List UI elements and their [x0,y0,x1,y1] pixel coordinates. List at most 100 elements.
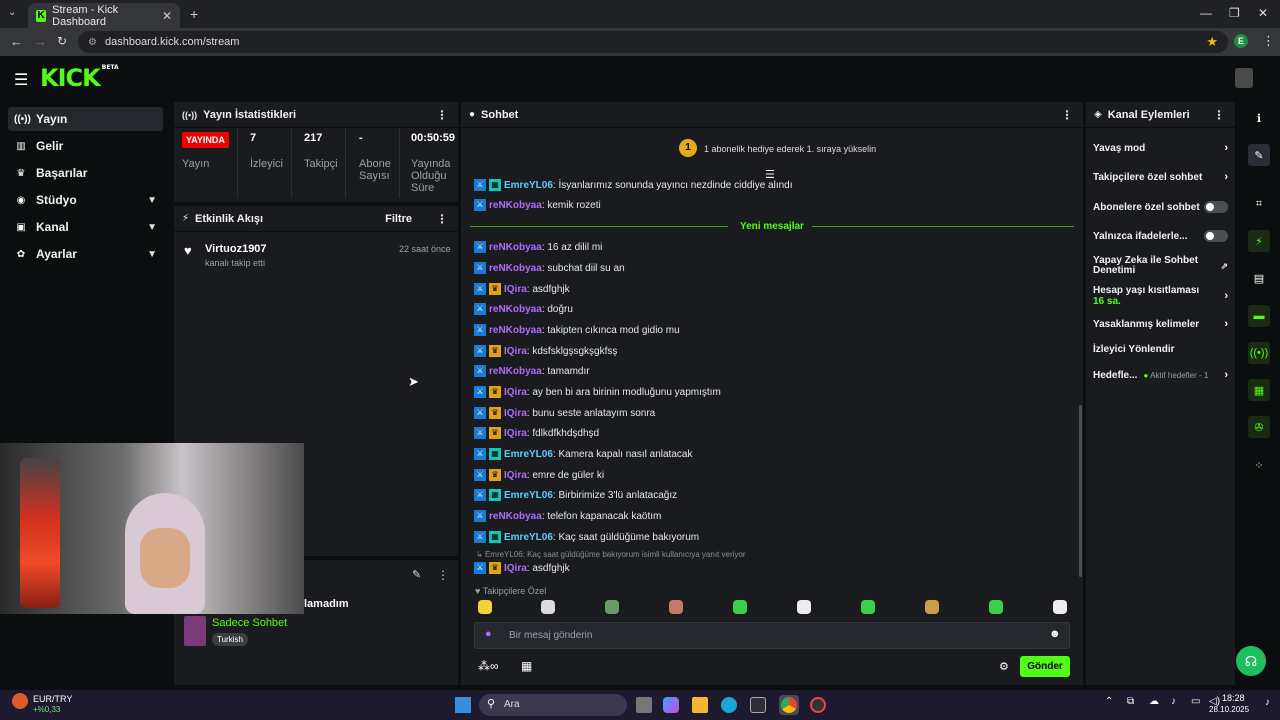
edit-pen-icon[interactable]: ✎ [1248,144,1270,166]
emote-icon[interactable] [797,600,811,614]
site-info-icon[interactable]: ⚙ [88,37,97,48]
chat-message[interactable]: ⚔ reNKobyaa: doğru [474,300,573,318]
store-app-icon[interactable] [750,697,766,713]
chat-username[interactable]: reNKobyaa [489,304,542,315]
url-field[interactable]: ⚙ dashboard.kick.com/stream ★ [78,31,1228,53]
chat-message[interactable]: ⚔ ▦ EmreYL06: Kamera kapalı nasıl anlataca… [474,445,692,463]
chat-message[interactable]: ⚔ reNKobyaa: kemik rozeti [474,196,601,214]
category-name[interactable]: Sadece Sohbet [212,617,287,629]
weather-widget-icon[interactable] [12,693,28,709]
store-icon[interactable]: ▦ [521,659,532,673]
chat-message[interactable]: ⚔ ♛ IQira: bunu seste anlatayım sonra [474,404,655,422]
chat-message[interactable]: ⚔ ♛ IQira: ay ben bi ara birinin modluğunu… [474,383,721,401]
wrench-icon[interactable]: ✇ [1248,416,1270,438]
send-button[interactable]: Gönder [1020,656,1070,677]
chat-username[interactable]: IQira [504,284,527,295]
chat-message[interactable]: ⚔ ♛ IQira: fdlkdfkhdşdhşd [474,424,599,442]
edit-icon[interactable]: ✎ [412,568,421,581]
chat-username[interactable]: EmreYL06 [504,490,553,501]
emote-icon[interactable] [541,600,555,614]
more-options-icon[interactable]: ⋮ [1061,108,1073,122]
widgets-icon[interactable]: ⁘ [1248,454,1270,476]
clock-time[interactable]: 18:28 [1222,693,1245,703]
lightning-icon[interactable]: ⚡ [1248,230,1270,252]
obs-icon[interactable] [810,697,826,713]
back-icon[interactable]: ← [10,34,23,49]
notifications-icon[interactable]: ♪ [1265,697,1270,708]
emote-icon[interactable] [605,600,619,614]
banned-words-action[interactable]: Yasaklanmış kelimeler › [1093,318,1228,330]
sidebar-item-studyo[interactable]: ◉ Stüdyo ▼ [8,188,163,212]
clipboard-icon[interactable]: ▤ [1248,267,1270,289]
info-icon[interactable]: ℹ [1248,107,1270,129]
sidebar-item-gelir[interactable]: ▥ Gelir [8,134,163,158]
sidebar-item-yayin[interactable]: ((•)) Yayın [8,107,163,131]
user-avatar[interactable] [1235,68,1253,88]
tray-cloud-icon[interactable]: ☁ [1149,696,1159,707]
more-options-icon[interactable]: ⋮ [436,108,448,122]
filter-button[interactable]: Filtre [385,213,412,225]
chat-tools-icon[interactable]: ⁂∞ [478,659,499,673]
tray-network-icon[interactable]: ▭ [1191,696,1200,707]
tab-search-icon[interactable]: ⌄ [8,7,16,18]
close-window-icon[interactable]: ✕ [1258,6,1268,20]
copilot-icon[interactable] [663,697,679,713]
ticker-symbol[interactable]: EUR/TRY [33,694,72,704]
chrome-icon[interactable] [781,697,797,713]
maximize-icon[interactable]: ❐ [1229,6,1240,20]
chat-username[interactable]: IQira [504,387,527,398]
chat-message[interactable]: ⚔ ♛ IQira: emre de güler ki [474,466,604,484]
reload-icon[interactable]: ↻ [57,34,67,48]
subs-chat-toggle[interactable] [1204,201,1228,213]
emote-icon[interactable] [733,600,747,614]
browser-menu-icon[interactable]: ⋮ [1262,33,1275,49]
slow-mode-action[interactable]: Yavaş mod › [1093,142,1228,154]
more-options-icon[interactable]: ⋮ [436,212,448,226]
broadcast-icon[interactable]: ((•)) [1248,342,1270,364]
chat-username[interactable]: IQira [504,428,527,439]
tray-app-icon[interactable]: ⧉ [1127,696,1134,707]
goals-action[interactable]: Hedefle... ● Aktif hedefler - 1 › [1093,369,1228,381]
chat-message[interactable]: ⚔ reNKobyaa: 16 az dilil mi [474,238,602,256]
hamburger-menu-icon[interactable]: ☰ [14,70,28,90]
kick-logo[interactable]: KICK BETA [40,64,119,92]
edge-icon[interactable] [721,697,737,713]
chat-icon[interactable]: ▬ [1248,305,1270,327]
emotes-only-action[interactable]: Yalnızca ifadelerle... [1093,230,1228,242]
chat-message[interactable]: ⚔ ▦ EmreYL06: Kaç saat güldüğüme bakıyorum [474,528,699,546]
chat-username[interactable]: reNKobyaa [489,200,542,211]
focus-icon[interactable]: ⌗ [1248,193,1270,215]
browser-tab[interactable]: K Stream - Kick Dashboard ✕ [28,3,180,28]
chat-username[interactable]: IQira [504,346,527,357]
chat-message[interactable]: ⚔ reNKobyaa: takipten cıkınca mod gidio m… [474,321,680,339]
support-headset-icon[interactable]: ☊ [1236,646,1266,676]
minimize-icon[interactable]: — [1200,6,1212,20]
chat-message[interactable]: ⚔ reNKobyaa: subchat diil su an [474,259,625,277]
chat-username[interactable]: IQira [504,408,527,419]
chat-message[interactable]: ⚔ ♛ IQira: kdsfsklgşsgkşgkfsş [474,342,617,360]
emote-icon[interactable] [669,600,683,614]
close-tab-icon[interactable]: ✕ [162,9,172,23]
chat-message[interactable]: ⚔ ♛ IQira: asdfghjk [474,280,570,298]
chat-username[interactable]: EmreYL06 [504,449,553,460]
category-thumbnail[interactable] [184,616,206,646]
chat-username[interactable]: reNKobyaa [489,511,542,522]
microphone-icon[interactable]: ● [485,628,492,640]
chat-scrollbar[interactable] [1079,405,1082,577]
redirect-viewers-action[interactable]: İzleyici Yönlendir [1093,344,1228,355]
tray-chevron-icon[interactable]: ⌃ [1105,696,1113,707]
taskbar-search[interactable]: ⚲ Ara [479,694,627,716]
chat-username[interactable]: reNKobyaa [489,263,542,274]
emote-icon[interactable] [989,600,1003,614]
emote-icon[interactable] [925,600,939,614]
chat-input[interactable]: ● Bir mesaj gönderin ☻ [474,622,1070,649]
windows-start-icon[interactable] [455,697,471,713]
tray-mic-icon[interactable]: ♪ [1171,696,1176,707]
sidebar-item-ayarlar[interactable]: ✿ Ayarlar ▼ [8,242,163,266]
chat-message[interactable]: ⚔ ▦ EmreYL06: İsyanlarımız sonunda yayıncı… [474,176,793,194]
profile-avatar[interactable]: E [1234,34,1248,48]
forward-icon[interactable]: → [34,34,47,49]
more-options-icon[interactable]: ⋮ [437,568,449,582]
chat-username[interactable]: EmreYL06 [504,532,553,543]
chat-message[interactable]: ⚔ reNKobyaa: tamamdır [474,362,590,380]
